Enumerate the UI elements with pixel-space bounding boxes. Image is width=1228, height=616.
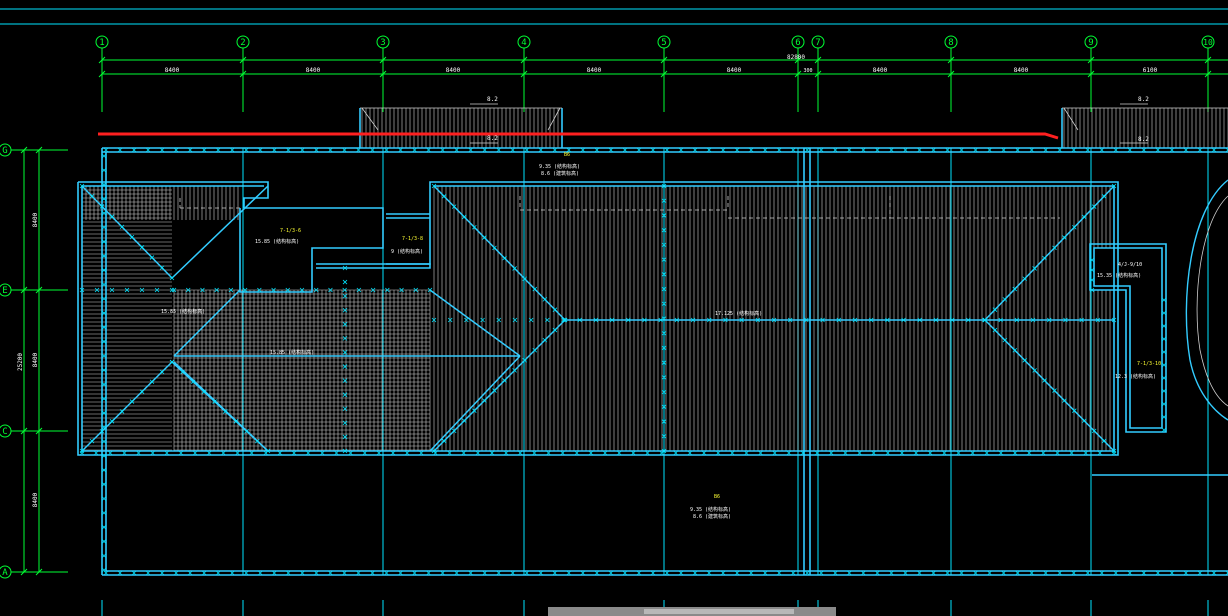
- dim-left-seg-3: 8400: [32, 492, 39, 507]
- canopy-left-top-label: 8.2: [487, 96, 498, 103]
- dim-seg-4: 8400: [587, 67, 602, 74]
- dim-total-top: 82800: [787, 54, 805, 61]
- bottom-roof-marker: B6: [714, 494, 720, 500]
- dim-seg-3: 8400: [446, 67, 461, 74]
- col-label-7: 7: [815, 38, 820, 48]
- left-lower-roof-hatch-horizontal: [174, 289, 430, 451]
- bottom-level-2: 8.6 (建筑标高): [693, 513, 731, 520]
- col-label-1: 1: [99, 38, 104, 48]
- dim-left-seg-1: 8400: [32, 212, 39, 227]
- cad-drawing-canvas[interactable]: 1 2 3 4 5 6 7 8 9 10 G E C A 82800 8400 …: [0, 0, 1228, 616]
- row-label-G: G: [2, 146, 7, 156]
- stair-2-level: 9 (结构标高): [391, 248, 423, 255]
- dim-small-gap: 300: [803, 68, 812, 74]
- canopy-right-top-label: 8.2: [1138, 96, 1149, 103]
- dim-left-seg-2: 8400: [32, 352, 39, 367]
- col-label-2: 2: [240, 38, 245, 48]
- right-room-level: 12.3 (结构标高): [1115, 373, 1156, 380]
- dim-seg-2: 8400: [306, 67, 321, 74]
- col-label-4: 4: [521, 38, 526, 48]
- dim-seg-8: 6100: [1143, 67, 1158, 74]
- col-label-3: 3: [380, 38, 385, 48]
- col-label-5: 5: [661, 38, 666, 48]
- dim-seg-7: 8400: [1014, 67, 1029, 74]
- ridge-left-level: 15.85 (结构标高): [161, 308, 205, 315]
- col-label-10: 10: [1203, 38, 1213, 47]
- canopy-left-bottom-label: 8.2: [487, 135, 498, 142]
- dim-seg-5: 8400: [727, 67, 742, 74]
- scrollbar-thumb[interactable]: [644, 609, 794, 614]
- stair-2-label: 7-1/3-8: [402, 236, 423, 242]
- dim-left-total: 25200: [17, 353, 24, 371]
- ridge-main-level: 17.125 (结构标高): [715, 310, 762, 317]
- row-label-E: E: [2, 286, 7, 296]
- right-stair-opening: [1093, 248, 1163, 290]
- bottom-level-1: 9.35 (结构标高): [690, 506, 731, 513]
- canopy-right-bottom-label: 8.2: [1138, 136, 1149, 143]
- top-level-2: 8.6 (建筑标高): [541, 170, 579, 177]
- right-stair-level: 15.35 (结构标高): [1097, 272, 1141, 279]
- col-label-9: 9: [1088, 38, 1093, 48]
- stair-1-label: 7-1/3-6: [280, 228, 301, 234]
- dim-seg-6: 8400: [873, 67, 888, 74]
- row-label-C: C: [2, 427, 7, 437]
- dim-seg-1: 8400: [165, 67, 180, 74]
- col-label-8: 8: [948, 38, 953, 48]
- col-label-6: 6: [795, 38, 800, 48]
- ridge-center-left-level: 15.85 (结构标高): [270, 349, 314, 356]
- top-level-1: 9.35 (结构标高): [539, 163, 580, 170]
- stair-1-level: 15.85 (结构标高): [255, 238, 299, 245]
- horizontal-scrollbar[interactable]: [548, 607, 836, 616]
- row-label-A: A: [2, 568, 8, 578]
- top-roof-marker: B6: [564, 152, 570, 158]
- right-room-label: 7-1/3-10: [1137, 361, 1161, 367]
- right-stair-label: 4/J-9/10: [1118, 262, 1142, 268]
